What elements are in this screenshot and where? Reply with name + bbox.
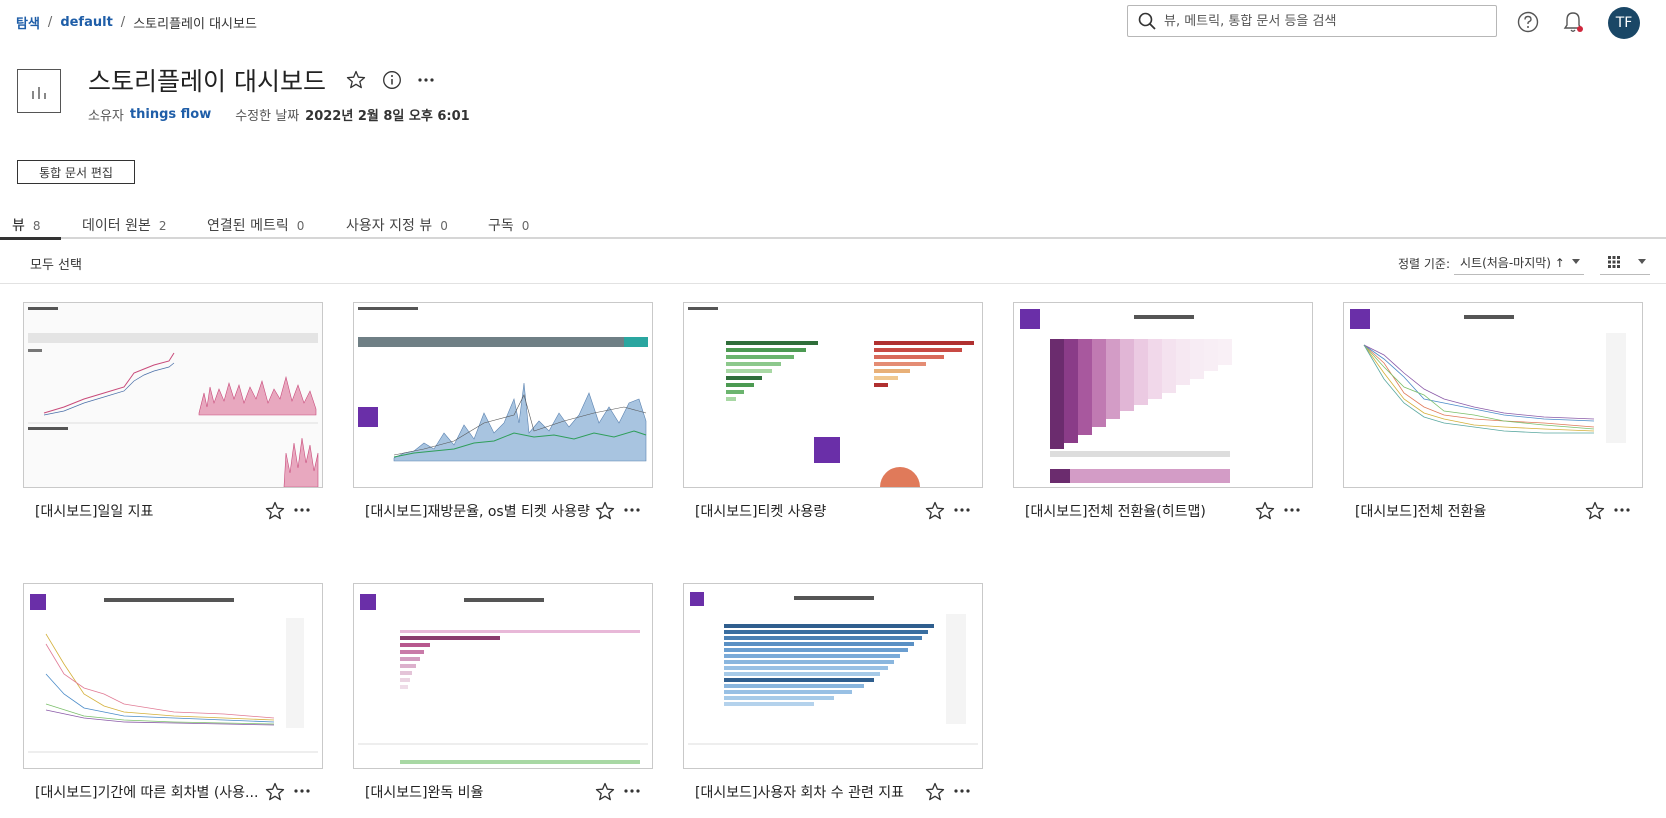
view-name[interactable]: [대시보드]사용자 회차 수 관련 지표 <box>695 782 920 802</box>
more-actions-icon[interactable] <box>953 505 971 515</box>
more-actions-icon[interactable] <box>953 786 971 796</box>
tab-label: 구독 <box>488 218 514 234</box>
favorite-star-icon[interactable] <box>925 782 945 802</box>
view-card[interactable]: [대시보드]일일 지표 <box>23 302 323 520</box>
modified-label: 수정한 날짜 <box>235 109 300 124</box>
breadcrumb: 탐색 / default / 스토리플레이 대시보드 <box>16 13 257 32</box>
page-title: 스토리플레이 대시보드 <box>88 67 326 96</box>
search-input[interactable] <box>1164 13 1484 29</box>
view-card[interactable]: [대시보드]사용자 회차 수 관련 지표 <box>683 583 983 801</box>
tab-label: 연결된 메트릭 <box>207 218 289 234</box>
tab-views[interactable]: 뷰8 <box>12 215 41 235</box>
breadcrumb-separator: / <box>120 15 126 30</box>
sort-value: 시트(처음-마지막) ↑ <box>1460 256 1565 270</box>
view-toolbar: 모두 선택 정렬 기준: 시트(처음-마지막) ↑ <box>0 239 1666 284</box>
tab-count: 2 <box>158 219 167 233</box>
favorite-star-icon[interactable] <box>346 70 366 90</box>
workbook-meta: 소유자 things flow 수정한 날짜 2022년 2월 8일 오후 6:… <box>88 105 470 124</box>
tab-count: 0 <box>440 219 448 233</box>
favorite-star-icon[interactable] <box>265 782 285 802</box>
search-box[interactable] <box>1127 5 1497 37</box>
tab-label: 데이터 원본 <box>82 218 151 234</box>
tab-count: 0 <box>296 219 305 233</box>
grid-view-icon <box>1608 256 1620 268</box>
owner-link[interactable]: things flow <box>130 107 211 122</box>
more-actions-icon[interactable] <box>1283 505 1301 515</box>
chevron-down-icon <box>1638 259 1646 264</box>
view-card[interactable]: [대시보드]기간에 따른 회차별 (사용... <box>23 583 323 801</box>
view-thumbnail[interactable] <box>353 302 653 488</box>
more-actions-icon[interactable] <box>293 505 311 515</box>
tab-label: 사용자 지정 뷰 <box>346 218 433 234</box>
tab-connected-metrics[interactable]: 연결된 메트릭 0 <box>207 215 304 235</box>
view-card[interactable]: [대시보드]완독 비율 <box>353 583 653 801</box>
view-name[interactable]: [대시보드]완독 비율 <box>365 782 590 802</box>
breadcrumb-separator: / <box>47 15 53 30</box>
view-name[interactable]: [대시보드]기간에 따른 회차별 (사용... <box>35 782 260 802</box>
favorite-star-icon[interactable] <box>925 501 945 521</box>
view-card[interactable]: [대시보드]티켓 사용량 <box>683 302 983 520</box>
more-actions-icon[interactable] <box>293 786 311 796</box>
view-thumbnail[interactable] <box>353 583 653 769</box>
select-all-button[interactable]: 모두 선택 <box>30 254 82 273</box>
tab-data-sources[interactable]: 데이터 원본 2 <box>82 215 167 235</box>
notification-bell-icon[interactable] <box>1562 10 1584 34</box>
breadcrumb-current: 스토리플레이 대시보드 <box>133 17 257 32</box>
favorite-star-icon[interactable] <box>1585 501 1605 521</box>
modified-date: 2022년 2월 8일 오후 6:01 <box>305 109 470 124</box>
view-name[interactable]: [대시보드]티켓 사용량 <box>695 501 920 521</box>
view-name[interactable]: [대시보드]전체 전환율(히트맵) <box>1025 501 1250 521</box>
tab-count: 0 <box>521 219 530 233</box>
tab-subscriptions[interactable]: 구독 0 <box>488 215 529 235</box>
favorite-star-icon[interactable] <box>265 501 285 521</box>
view-mode-dropdown[interactable] <box>1600 248 1650 275</box>
sort-dropdown[interactable]: 시트(처음-마지막) ↑ <box>1454 248 1584 275</box>
search-icon <box>1138 12 1156 30</box>
view-thumbnail[interactable] <box>23 583 323 769</box>
view-thumbnail[interactable] <box>1343 302 1643 488</box>
favorite-star-icon[interactable] <box>1255 501 1275 521</box>
breadcrumb-explore-link[interactable]: 탐색 <box>16 13 40 32</box>
more-actions-icon[interactable] <box>416 72 436 88</box>
view-card[interactable]: [대시보드]재방문율, os별 티켓 사용량 <box>353 302 653 520</box>
info-icon[interactable] <box>382 70 402 90</box>
avatar[interactable]: TF <box>1608 7 1640 39</box>
favorite-star-icon[interactable] <box>595 501 615 521</box>
tab-count: 8 <box>32 219 41 233</box>
view-thumbnail[interactable] <box>1013 302 1313 488</box>
more-actions-icon[interactable] <box>623 786 641 796</box>
view-thumbnail[interactable] <box>683 583 983 769</box>
view-card[interactable]: [대시보드]전체 전환율(히트맵) <box>1013 302 1313 520</box>
tab-bar: 뷰8 데이터 원본 2 연결된 메트릭 0 사용자 지정 뷰 0 구독 0 <box>0 209 1666 240</box>
view-name[interactable]: [대시보드]일일 지표 <box>35 501 260 521</box>
favorite-star-icon[interactable] <box>595 782 615 802</box>
sort-label: 정렬 기준: <box>1398 257 1451 271</box>
view-thumbnail[interactable] <box>23 302 323 488</box>
more-actions-icon[interactable] <box>623 505 641 515</box>
view-card[interactable]: [대시보드]전체 전환율 <box>1343 302 1643 520</box>
chevron-down-icon <box>1572 259 1580 264</box>
view-thumbnail[interactable] <box>683 302 983 488</box>
tab-custom-views[interactable]: 사용자 지정 뷰 0 <box>346 215 448 235</box>
owner-label: 소유자 <box>88 109 124 124</box>
help-icon[interactable] <box>1517 11 1539 33</box>
view-name[interactable]: [대시보드]전체 전환율 <box>1355 501 1580 521</box>
edit-workbook-button[interactable]: 통합 문서 편집 <box>17 160 135 184</box>
more-actions-icon[interactable] <box>1613 505 1631 515</box>
view-name[interactable]: [대시보드]재방문율, os별 티켓 사용량 <box>365 501 590 521</box>
workbook-icon <box>17 69 61 113</box>
tab-label: 뷰 <box>12 218 25 234</box>
breadcrumb-project-link[interactable]: default <box>60 15 112 30</box>
